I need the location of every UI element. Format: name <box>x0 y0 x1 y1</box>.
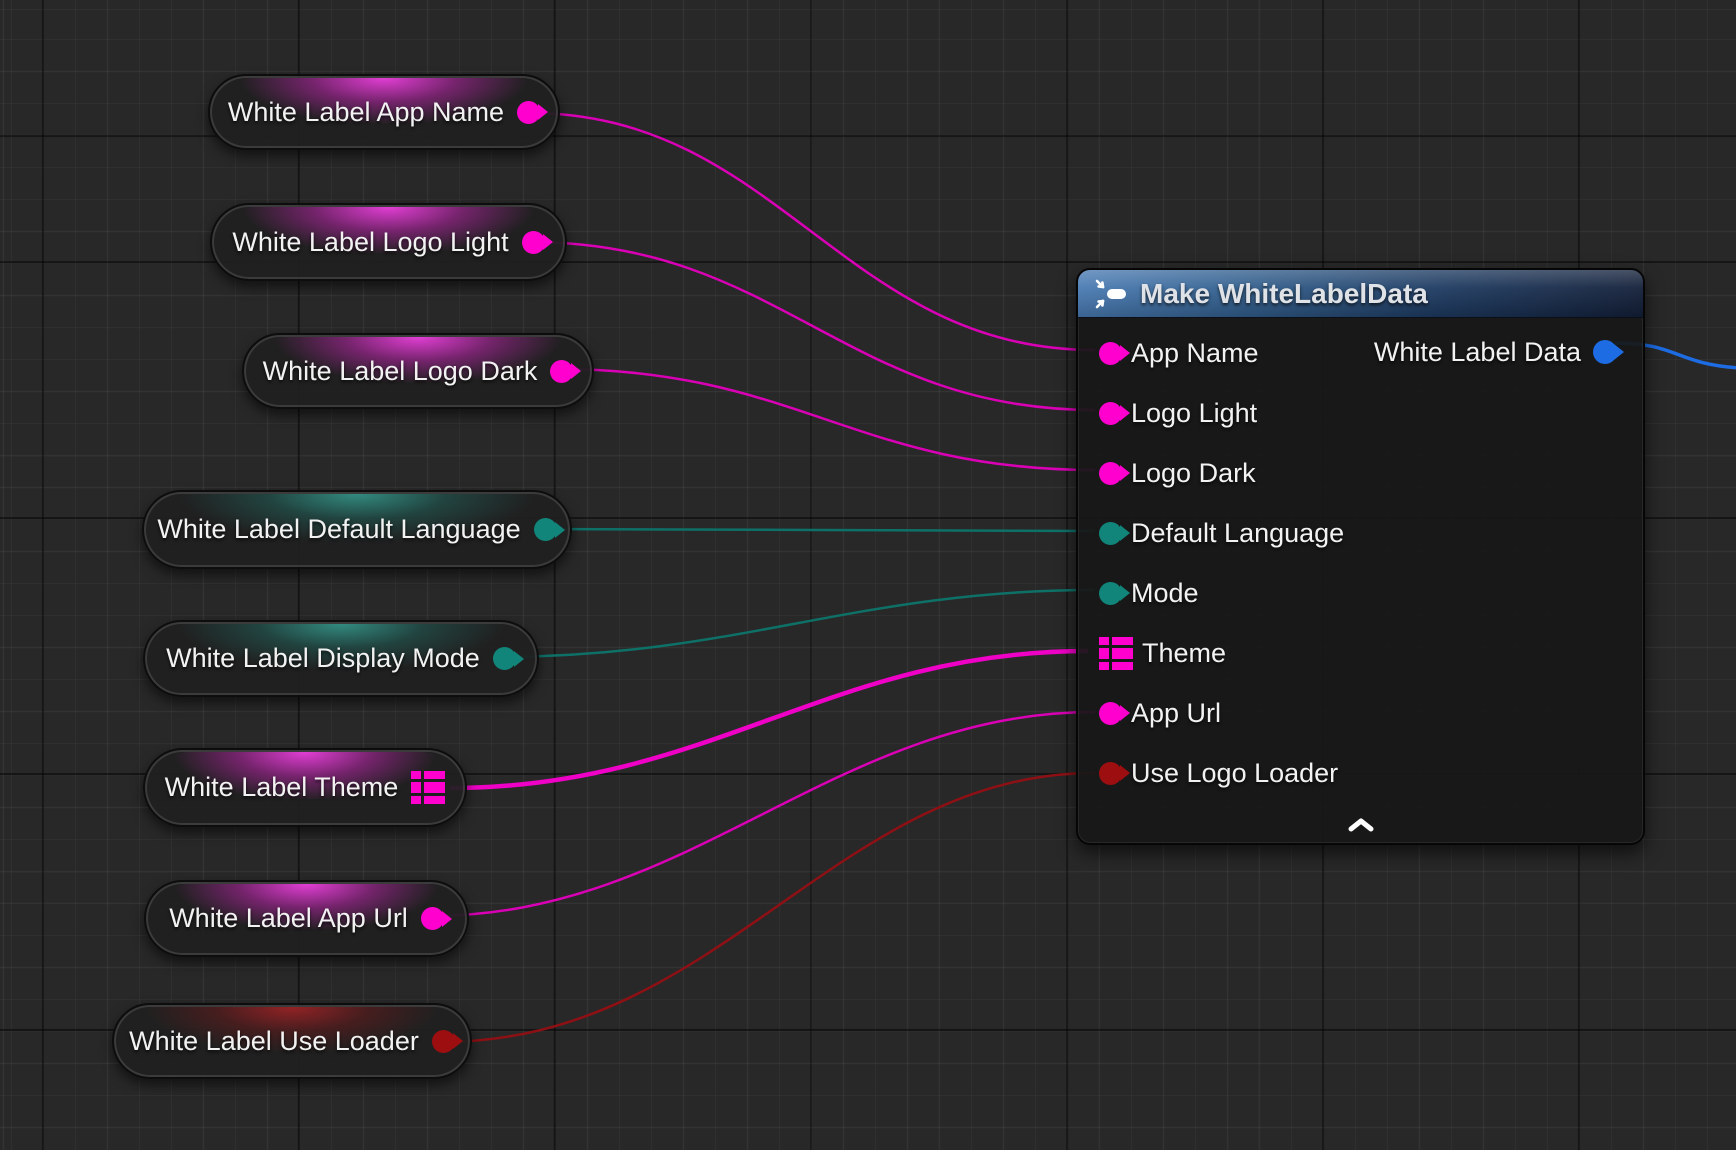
collapse-node-button[interactable] <box>1336 813 1386 837</box>
pin-label: App Url <box>1131 698 1221 729</box>
pin-label: Logo Light <box>1131 398 1257 429</box>
struct-output-pin[interactable] <box>1593 340 1617 364</box>
node-header[interactable]: Make WhiteLabelData <box>1078 270 1643 318</box>
getter-node-white-label-theme[interactable]: White Label Theme <box>143 748 467 827</box>
getter-label: White Label Default Language <box>157 514 520 545</box>
string-input-pin[interactable] <box>1099 342 1122 365</box>
pin-label: Mode <box>1131 578 1199 609</box>
input-pin-list: App Name Logo Light Logo Dark Default La… <box>1078 323 1643 803</box>
pin-row-mode: Mode <box>1078 563 1643 623</box>
getter-label: White Label App Name <box>228 97 504 128</box>
string-output-pin[interactable] <box>421 907 444 930</box>
bool-output-pin[interactable] <box>432 1030 455 1053</box>
text-output-pin[interactable] <box>534 518 557 541</box>
pin-row-logo-dark: Logo Dark <box>1078 443 1643 503</box>
string-input-pin[interactable] <box>1099 702 1122 725</box>
wire-logo-light[interactable] <box>530 242 1095 410</box>
pin-label: Default Language <box>1131 518 1344 549</box>
struct-input-pin-icon[interactable] <box>1099 637 1133 670</box>
make-whitelabeldata-node[interactable]: Make WhiteLabelData App Name Logo Light … <box>1076 268 1645 845</box>
getter-node-white-label-display-mode[interactable]: White Label Display Mode <box>143 620 539 697</box>
string-output-pin[interactable] <box>550 360 573 383</box>
wire-logo-dark[interactable] <box>557 369 1095 470</box>
wire-display-mode[interactable] <box>497 590 1095 657</box>
getter-label: White Label App Url <box>169 903 408 934</box>
getter-label: White Label Display Mode <box>166 643 480 674</box>
getter-label: White Label Logo Dark <box>263 356 538 387</box>
struct-output-pin-icon[interactable] <box>411 771 445 804</box>
getter-label: White Label Use Loader <box>129 1026 419 1057</box>
string-output-pin[interactable] <box>517 101 540 124</box>
pin-label: Theme <box>1142 638 1226 669</box>
string-input-pin[interactable] <box>1099 462 1122 485</box>
pin-row-white-label-data-output: White Label Data <box>1374 322 1643 382</box>
pin-label: Use Logo Loader <box>1131 758 1338 789</box>
text-input-pin[interactable] <box>1099 582 1122 605</box>
pin-label: Logo Dark <box>1131 458 1256 489</box>
chevron-up-icon <box>1346 817 1376 833</box>
getter-label: White Label Theme <box>165 772 399 803</box>
getter-node-white-label-use-loader[interactable]: White Label Use Loader <box>112 1003 472 1079</box>
wire-app-name[interactable] <box>529 113 1095 350</box>
getter-label: White Label Logo Light <box>232 227 508 258</box>
string-output-pin[interactable] <box>522 231 545 254</box>
wire-theme[interactable] <box>450 651 1088 788</box>
pin-row-default-language: Default Language <box>1078 503 1643 563</box>
pin-row-app-url: App Url <box>1078 683 1643 743</box>
getter-node-white-label-app-url[interactable]: White Label App Url <box>144 880 469 957</box>
make-struct-icon <box>1094 278 1128 310</box>
wire-app-url[interactable] <box>431 712 1095 916</box>
pin-label: App Name <box>1131 338 1259 369</box>
text-input-pin[interactable] <box>1099 522 1122 545</box>
bool-input-pin[interactable] <box>1099 762 1122 785</box>
getter-node-white-label-app-name[interactable]: White Label App Name <box>208 74 560 150</box>
getter-node-white-label-logo-dark[interactable]: White Label Logo Dark <box>242 333 594 409</box>
node-title: Make WhiteLabelData <box>1140 278 1428 310</box>
pin-row-logo-light: Logo Light <box>1078 383 1643 443</box>
wire-default-language[interactable] <box>540 529 1095 531</box>
blueprint-graph-canvas[interactable]: White Label App Name White Label Logo Li… <box>0 0 1736 1150</box>
getter-node-white-label-logo-light[interactable]: White Label Logo Light <box>210 203 567 281</box>
pin-label: White Label Data <box>1374 337 1581 368</box>
getter-node-white-label-default-language[interactable]: White Label Default Language <box>142 490 572 569</box>
pin-row-theme: Theme <box>1078 623 1643 683</box>
text-output-pin[interactable] <box>493 647 516 670</box>
string-input-pin[interactable] <box>1099 402 1122 425</box>
wire-use-loader[interactable] <box>441 773 1095 1042</box>
pin-row-use-logo-loader: Use Logo Loader <box>1078 743 1643 803</box>
